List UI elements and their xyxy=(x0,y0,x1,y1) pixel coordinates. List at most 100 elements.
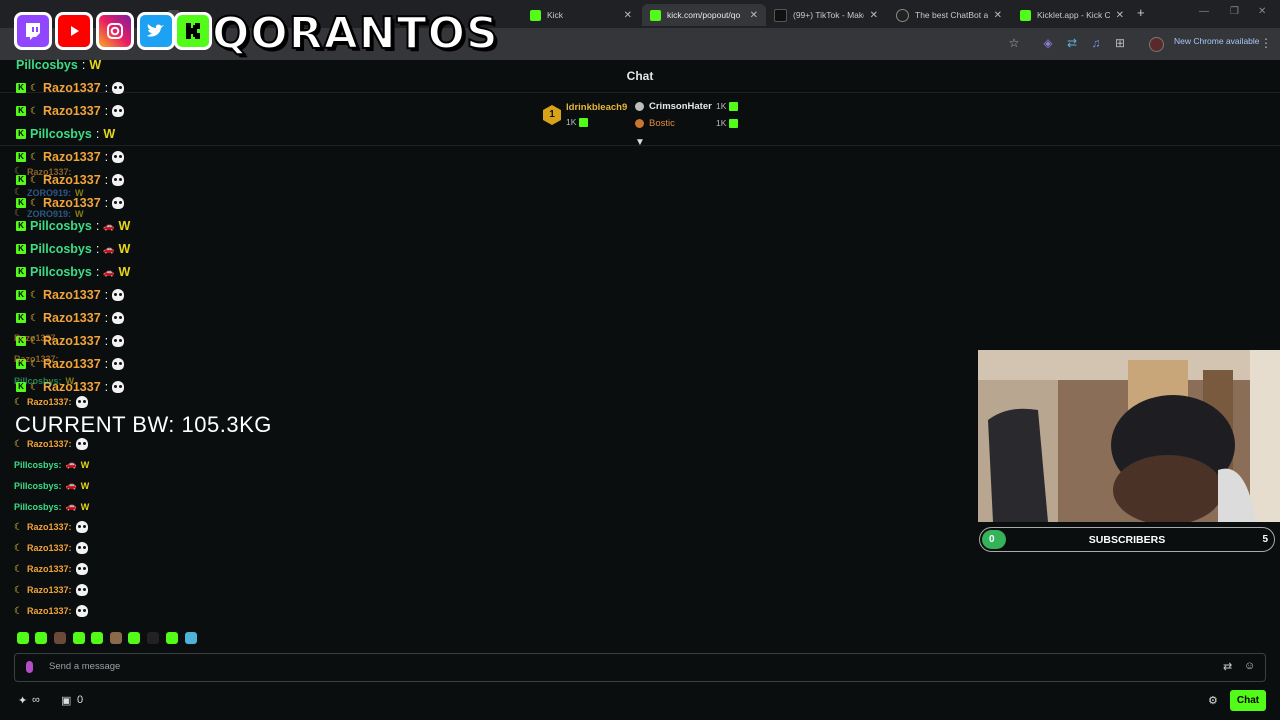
subscriber-goal-label: SUBSCRIBERS xyxy=(1088,534,1166,546)
translate-extension-icon[interactable]: ⇄ xyxy=(1065,36,1079,50)
translate-icon[interactable]: ⇄ xyxy=(1223,660,1232,673)
chat-username[interactable]: Razo1337 xyxy=(43,288,101,302)
chat-message: Pillcosbys: 🚗 W xyxy=(14,501,89,512)
microphone-icon[interactable] xyxy=(26,661,33,673)
w-emote: W xyxy=(74,208,84,219)
chat-username[interactable]: Pillcosbys: xyxy=(14,460,62,470)
collapse-leaderboard-icon[interactable]: ▼ xyxy=(635,137,645,148)
chat-username: ZORO919: xyxy=(26,187,71,198)
send-chat-button[interactable]: Chat xyxy=(1230,690,1266,711)
emote-icon[interactable] xyxy=(185,632,197,644)
extension-icon[interactable]: ◈ xyxy=(1041,36,1055,50)
extensions-puzzle-icon[interactable]: ⊞ xyxy=(1113,36,1127,50)
emote-icon[interactable] xyxy=(73,632,85,644)
youtube-icon xyxy=(55,12,93,50)
profile-avatar[interactable] xyxy=(1149,37,1164,52)
minimize-icon[interactable]: — xyxy=(1199,6,1209,17)
browser-tab-kick-popout[interactable]: kick.com/popout/qo ✕ xyxy=(642,4,766,26)
chat-username[interactable]: Pillcosbys xyxy=(30,219,92,233)
instagram-icon xyxy=(96,12,134,50)
close-tab-icon[interactable]: ✕ xyxy=(870,10,878,21)
chrome-menu-icon[interactable]: ⋮ xyxy=(1259,36,1273,50)
car-emote-icon: 🚗 xyxy=(65,480,77,490)
sparkle-icon[interactable]: ✦ xyxy=(18,694,27,707)
new-chrome-available-button[interactable]: New Chrome available xyxy=(1174,36,1260,46)
w-emote: W xyxy=(74,187,84,198)
chat-username: ZORO919: xyxy=(26,208,71,219)
browser-tab-chatbot[interactable]: The best ChatBot an ✕ xyxy=(888,4,1010,26)
emote-icon[interactable] xyxy=(147,632,159,644)
chat-separator: : xyxy=(104,150,109,164)
maximize-icon[interactable]: ❐ xyxy=(1230,6,1239,17)
close-window-icon[interactable]: ✕ xyxy=(1258,6,1266,17)
browser-tab-kicklet[interactable]: Kicklet.app - Kick Ch ✕ xyxy=(1012,4,1132,26)
chat-username[interactable]: Pillcosbys xyxy=(30,265,92,279)
emote-icon[interactable] xyxy=(110,632,122,644)
chat-message-input[interactable] xyxy=(47,660,1201,673)
chat-username[interactable]: Razo1337: xyxy=(27,564,72,574)
chat-message: ☾ Razo1337: xyxy=(14,521,88,533)
chat-username[interactable]: Razo1337 xyxy=(43,311,101,325)
chat-username[interactable]: Pillcosbys: xyxy=(14,502,62,512)
moon-badge-icon: ☾ xyxy=(14,584,23,596)
skull-emote-icon xyxy=(112,358,125,370)
chat-username[interactable]: Razo1337: xyxy=(27,397,72,407)
chat-username[interactable]: Pillcosbys xyxy=(30,242,92,256)
third-gifter-name[interactable]: Bostic xyxy=(649,118,675,129)
emote-icon[interactable] xyxy=(54,632,66,644)
browser-tab-tiktok[interactable]: (99+) TikTok - Make Y ✕ xyxy=(766,4,886,26)
chat-username[interactable]: Pillcosbys xyxy=(16,58,78,72)
tab-label: (99+) TikTok - Make Y xyxy=(793,10,864,20)
chat-username[interactable]: Razo1337 xyxy=(43,81,101,95)
close-tab-icon[interactable]: ✕ xyxy=(994,10,1002,21)
emote-icon[interactable] xyxy=(17,632,29,644)
emote-icon[interactable] xyxy=(128,632,140,644)
chat-username[interactable]: Pillcosbys xyxy=(30,127,92,141)
top-gifter-name[interactable]: ldrinkbleach9 xyxy=(566,102,627,113)
skull-emote-icon xyxy=(75,438,88,450)
rank-2-badge-icon xyxy=(635,102,644,111)
gift-icon xyxy=(579,117,589,127)
chat-username[interactable]: Razo1337: xyxy=(27,606,72,616)
emote-icon[interactable] xyxy=(166,632,178,644)
close-tab-icon[interactable]: ✕ xyxy=(750,10,758,21)
webcam-feed xyxy=(978,350,1280,522)
chat-username[interactable]: Razo1337 xyxy=(43,104,101,118)
emote-icon[interactable] xyxy=(91,632,103,644)
close-tab-icon[interactable]: ✕ xyxy=(624,10,632,21)
w-emote: W xyxy=(80,480,90,491)
bookmark-star-icon[interactable]: ☆ xyxy=(1007,36,1021,50)
chat-username[interactable]: Razo1337: xyxy=(27,585,72,595)
chat-username[interactable]: Razo1337: xyxy=(27,522,72,532)
top-gifter-count: 1K xyxy=(566,117,589,127)
chat-username: Razo1337: xyxy=(14,354,59,364)
chat-input-box: ⇄ ☺ xyxy=(14,653,1266,682)
browser-tab-kick[interactable]: Kick ✕ xyxy=(522,4,640,26)
audio-extension-icon[interactable]: ♫ xyxy=(1089,36,1103,50)
moon-badge-icon: ☾ xyxy=(30,151,39,163)
infinity-icon[interactable]: ∞ xyxy=(32,694,40,706)
chat-username[interactable]: Razo1337: xyxy=(27,543,72,553)
chat-username[interactable]: Pillcosbys: xyxy=(14,481,62,491)
car-emote-icon: 🚗 xyxy=(65,501,77,511)
chat-message: K ☾ Razo1337 : xyxy=(16,311,125,325)
settings-gear-icon[interactable]: ⚙ xyxy=(1208,694,1218,707)
emoji-picker-icon[interactable]: ☺ xyxy=(1244,660,1255,672)
chat-separator: : xyxy=(104,334,109,348)
chat-username[interactable]: Razo1337: xyxy=(27,439,72,449)
kick-badge-icon: K xyxy=(16,221,26,231)
gift-icon[interactable]: ▣ xyxy=(61,694,71,707)
chat-username[interactable]: Razo1337 xyxy=(43,150,101,164)
emote-icon[interactable] xyxy=(35,632,47,644)
tiktok-favicon-icon xyxy=(774,8,787,22)
close-tab-icon[interactable]: ✕ xyxy=(1116,10,1124,21)
skull-emote-icon xyxy=(112,381,125,393)
new-tab-icon[interactable]: + xyxy=(1137,5,1145,20)
second-gifter-name[interactable]: CrimsonHater xyxy=(649,101,712,112)
moon-badge-icon: ☾ xyxy=(14,521,23,533)
chat-message: K ☾ Razo1337 : xyxy=(16,288,125,302)
chat-username: Razo1337: xyxy=(26,166,72,177)
chat-message: K ☾ Razo1337 : xyxy=(16,81,125,95)
chat-message: ☾ Razo1337: xyxy=(14,396,88,408)
moon-badge-icon: ☾ xyxy=(30,289,39,301)
